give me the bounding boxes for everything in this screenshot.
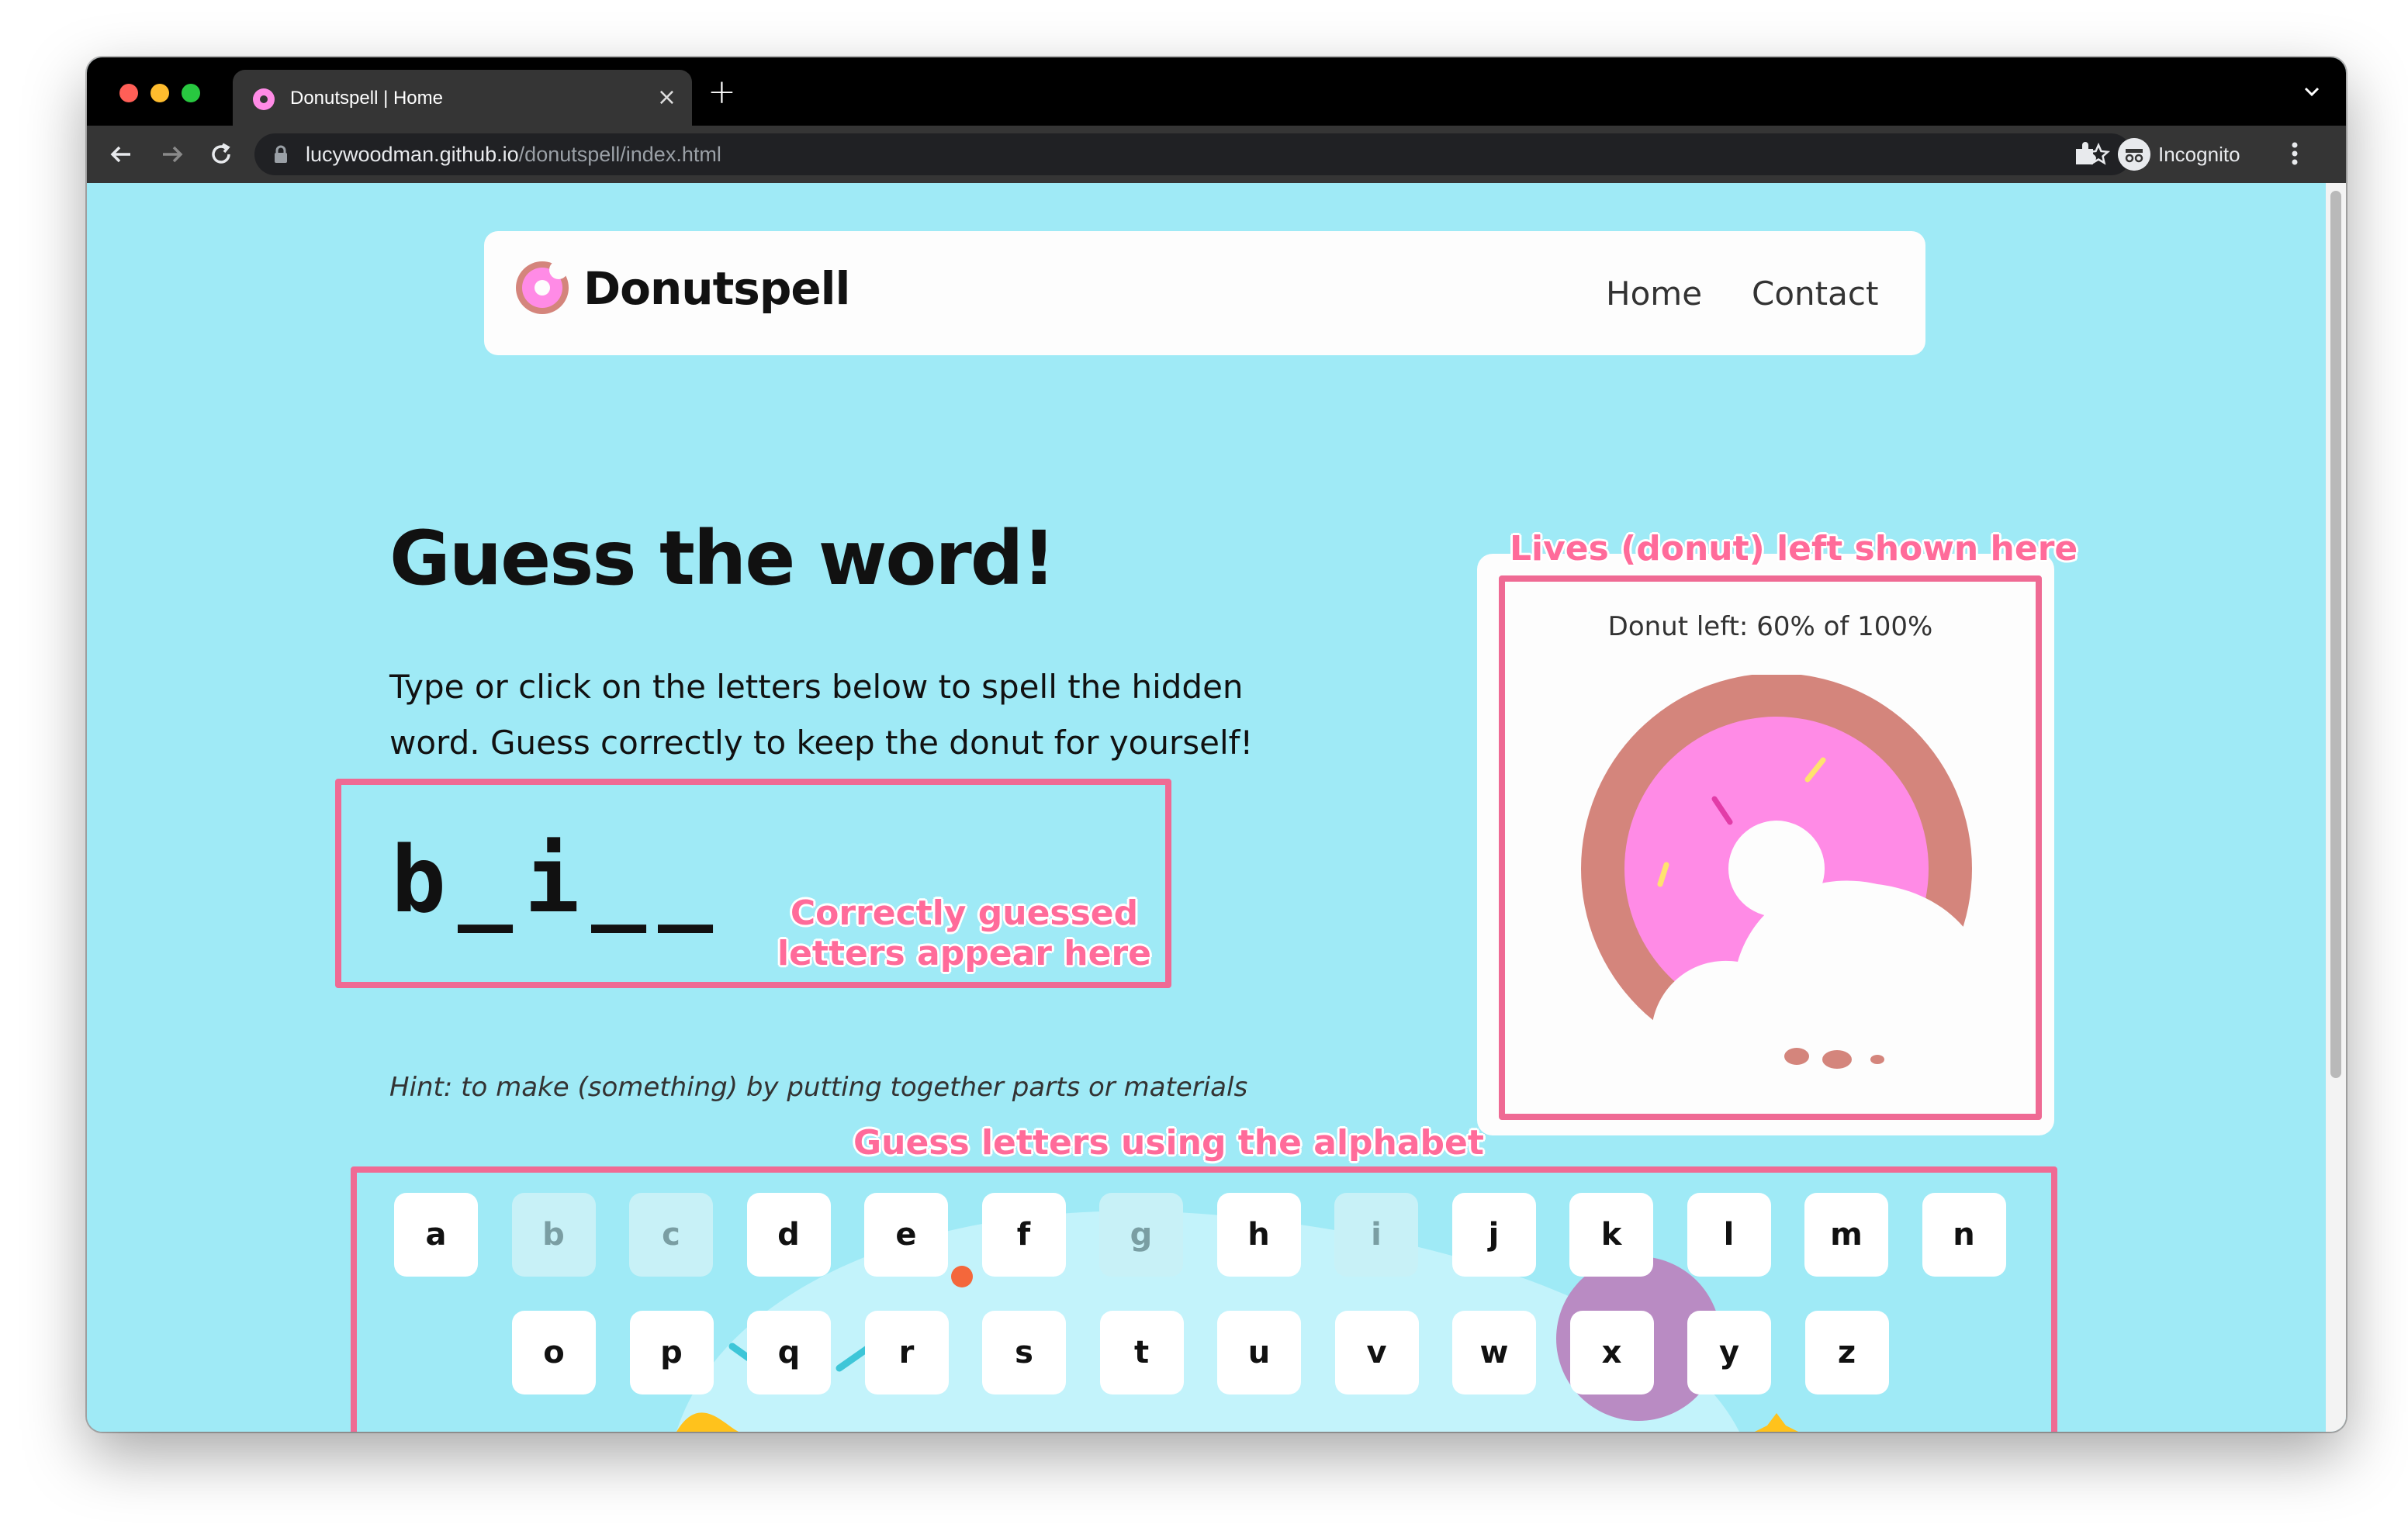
close-window-button[interactable] — [119, 84, 138, 102]
letter-key-d[interactable]: d — [746, 1193, 831, 1277]
url-path: /donutspell/index.html — [518, 143, 721, 166]
letter-key-b: b — [511, 1193, 596, 1277]
letter-key-t[interactable]: t — [1099, 1311, 1184, 1394]
letter-key-q[interactable]: q — [747, 1311, 831, 1394]
game-description: Type or click on the letters below to sp… — [389, 668, 1254, 762]
hidden-word-letters: b _ i _ _ — [391, 826, 714, 933]
tab-bar: Donutspell | Home × + — [87, 57, 2346, 126]
donut-left-label: Donut left: 60% of 100% — [1607, 611, 1933, 642]
letter-key-j[interactable]: j — [1451, 1193, 1536, 1277]
incognito-profile-button[interactable]: Incognito — [2109, 132, 2256, 177]
letter-key-k[interactable]: k — [1569, 1193, 1653, 1277]
url-host: lucywoodman.github.io — [306, 143, 519, 166]
site-navbar: Donutspell Home Contact — [484, 231, 1925, 355]
annotation-alphabet: Guess letters using the alphabet — [853, 1123, 1484, 1163]
letter-key-y[interactable]: y — [1687, 1311, 1771, 1394]
letter-key-i: i — [1334, 1193, 1418, 1277]
letter-key-r[interactable]: r — [864, 1311, 949, 1394]
letter-key-f[interactable]: f — [981, 1193, 1066, 1277]
new-tab-icon[interactable]: + — [708, 73, 736, 112]
annotation-correct-letters: Correctly guessed letters appear here — [777, 893, 1151, 974]
chevron-down-icon[interactable] — [2301, 81, 2323, 102]
browser-tab[interactable]: Donutspell | Home × — [233, 70, 692, 126]
back-arrow-icon[interactable] — [107, 140, 137, 169]
profile-label: Incognito — [2158, 143, 2240, 166]
page-title: Guess the word! — [389, 515, 1056, 602]
letter-key-l[interactable]: l — [1687, 1193, 1771, 1277]
letter-key-a[interactable]: a — [394, 1193, 478, 1277]
url-text: lucywoodman.github.io/donutspell/index.h… — [306, 143, 721, 166]
extensions-puzzle-icon[interactable] — [2070, 138, 2101, 169]
letter-key-n[interactable]: n — [1922, 1193, 2006, 1277]
annotation-line: letters appear here — [777, 934, 1151, 973]
maximize-window-button[interactable] — [182, 84, 200, 102]
letter-key-u[interactable]: u — [1217, 1311, 1301, 1394]
address-bar[interactable]: lucywoodman.github.io/donutspell/index.h… — [254, 133, 2132, 175]
incognito-icon — [2118, 138, 2150, 171]
letter-key-s[interactable]: s — [982, 1311, 1066, 1394]
letter-key-o[interactable]: o — [512, 1311, 596, 1394]
word-letter: _ — [658, 826, 714, 933]
browser-window: Donutspell | Home × + lucywoodman.github… — [87, 57, 2346, 1432]
letter-key-m[interactable]: m — [1804, 1193, 1888, 1277]
letter-key-w[interactable]: w — [1452, 1311, 1536, 1394]
word-letter: _ — [591, 826, 647, 933]
page-scrollbar[interactable] — [2326, 183, 2346, 1432]
donut-lives-frame: Donut left: 60% of 100% — [1499, 575, 2042, 1120]
donut-lives-image — [1581, 675, 1978, 1078]
alphabet-keyboard — [351, 1166, 2057, 1432]
letter-key-z[interactable]: z — [1804, 1311, 1889, 1394]
reload-icon[interactable] — [206, 140, 236, 169]
close-tab-icon[interactable]: × — [657, 84, 676, 112]
browser-toolbar: lucywoodman.github.io/donutspell/index.h… — [87, 126, 2346, 183]
letter-key-p[interactable]: p — [629, 1311, 714, 1394]
scrollbar-thumb[interactable] — [2330, 191, 2341, 1078]
word-hint: Hint: to make (something) by putting tog… — [389, 1072, 1248, 1103]
nav-link-home[interactable]: Home — [1606, 275, 1702, 313]
word-letter: i — [524, 826, 580, 933]
donut-favicon-icon — [253, 88, 275, 110]
letter-key-x[interactable]: x — [1569, 1311, 1654, 1394]
word-letter: _ — [458, 826, 514, 933]
page-content: Donutspell Home Contact Guess the word! … — [87, 183, 2346, 1432]
annotation-line: Correctly guessed — [790, 893, 1139, 933]
more-menu-icon[interactable] — [2287, 138, 2302, 169]
tab-title: Donutspell | Home — [290, 88, 443, 109]
letter-key-v[interactable]: v — [1334, 1311, 1419, 1394]
site-logo-text[interactable]: Donutspell — [583, 262, 850, 315]
letter-key-g: g — [1099, 1193, 1183, 1277]
nav-link-contact[interactable]: Contact — [1752, 275, 1878, 313]
letter-key-c: c — [629, 1193, 713, 1277]
word-letter: b — [391, 826, 447, 933]
letter-key-e[interactable]: e — [864, 1193, 948, 1277]
lock-icon — [275, 145, 287, 163]
annotation-lives: Lives (donut) left shown here — [1510, 529, 2078, 569]
minimize-window-button[interactable] — [150, 84, 169, 102]
forward-arrow-icon[interactable] — [157, 140, 186, 169]
letter-key-h[interactable]: h — [1216, 1193, 1301, 1277]
donut-logo-icon — [516, 261, 569, 314]
